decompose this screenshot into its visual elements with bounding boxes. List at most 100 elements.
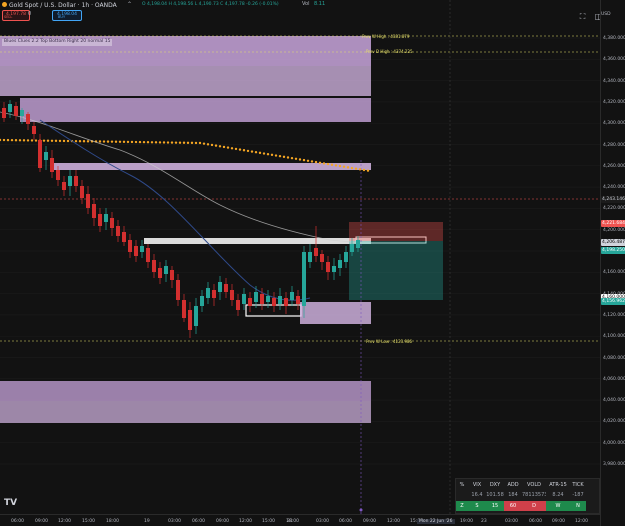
price-tag: 4,221.684 [601,220,625,227]
ma-dot [86,140,90,143]
candle-body [14,106,18,116]
ma-line-blue [39,119,311,301]
ma-dot [134,140,138,144]
ma-dot [334,164,338,167]
ma-dot [186,141,190,145]
price-tick-label: 4,220.000 [603,206,625,212]
ma-dot [46,139,50,142]
candle-body [56,170,60,180]
buy-button[interactable]: 4,198.04 [52,10,82,21]
ma-dot [138,140,142,144]
price-tick-label: 4,360.000 [603,57,625,63]
ma-dot [62,139,66,143]
ma-dot [78,140,82,143]
candle-body [158,268,162,278]
chevron-up-icon[interactable]: ⌃ [127,2,132,8]
candle-body [200,296,204,306]
ma-dot [194,141,198,145]
table-cell: -187 [570,490,586,500]
ma-dot [226,146,230,149]
demand-zone [300,302,371,324]
take-profit-area[interactable] [349,241,443,300]
gold-icon [2,2,7,7]
time-tick-label: 12:00 [239,519,252,524]
price-tick-label: 4,040.000 [603,398,625,404]
ma-dot [26,139,30,142]
candle-body [62,182,66,190]
table-cell: 101.58 [486,490,504,500]
fullscreen-icon[interactable]: ⛶ [578,12,587,21]
price-tag: 4,156.962 [601,298,625,305]
ma-dot [310,160,314,163]
candle-body [98,214,102,226]
indicator-label[interactable]: Blues Clues 2.2 Top Bottom Right 20 norm… [2,39,113,46]
ma-dot [182,141,186,144]
price-axis[interactable]: USD 4,380.000 4,360.000 4,340.000 4,320.000… [600,0,625,526]
ma-dot [6,138,10,142]
chart-window: Prev W High : 4381.879 Prev D High : 437… [0,0,625,526]
ma-dot [0,138,2,142]
candle-body [134,246,138,256]
table-cell: Z [456,501,468,511]
candle-body [194,306,198,326]
candle-body [86,194,90,208]
supply-zone-top-2 [0,66,371,96]
price-chart[interactable]: Prev W High : 4381.879 Prev D High : 437… [0,0,600,514]
price-tag: 4,198.250 [601,247,625,254]
time-tick-label: 03:00 [168,519,181,524]
spread-value: 0 [28,11,32,17]
price-tick-label: 3,980.000 [603,462,625,467]
ma-dot [110,140,114,143]
ma-dot [290,156,294,160]
price-tick-label: 4,060.000 [603,376,625,382]
ma-dot [294,157,298,161]
candle-body [338,260,342,268]
ma-dot [218,145,222,148]
candle-body [326,262,330,272]
time-tick-label: 06:00 [192,519,205,524]
price-tick-label: 4,300.000 [603,121,625,127]
ma-dot [362,168,366,172]
time-tick-label: 19:00 [460,519,473,524]
candle-body [356,240,360,248]
price-tick-label: 4,320.000 [603,99,625,105]
ma-line-white [0,111,363,244]
ma-dot [114,140,118,143]
candle-body [2,108,6,118]
stop-loss-area[interactable] [349,222,443,241]
ma-dot [102,140,106,143]
candle-body [308,252,312,262]
tradingview-logo[interactable]: TV [4,498,17,508]
table-cell: VOLD [522,480,546,490]
time-tick-label: 19 [144,519,150,524]
ma-dot [330,163,334,166]
currency-label: USD [601,12,611,17]
candle-body [116,226,120,236]
table-cell: 15 [486,501,504,511]
candle-body [218,282,222,292]
demand-zone-low-2 [0,401,371,423]
ma-dot [170,141,174,144]
ma-dot [206,143,210,146]
table-cell: D [522,501,546,511]
ma-dot [230,147,234,150]
time-tick-label: 09:00 [35,519,48,524]
ma-dot [278,154,282,158]
ma-dot [234,147,238,151]
time-tick-label: 23 [481,519,487,524]
ma-dot [214,144,218,147]
candle-body [176,280,180,300]
ma-dot [222,145,226,149]
ma-dot [346,166,350,169]
table-cell: 60 [504,501,522,511]
candle-body [296,296,300,304]
table-cell: ADD [504,480,522,490]
time-axis[interactable]: 06:00 09:00 12:00 15:00 18:00 19 03:00 06:00 09:… [0,514,600,526]
ma-dot [258,151,262,155]
candle-body [350,244,354,252]
candle-body [26,114,30,124]
candle-body [224,284,228,292]
symbol-title[interactable]: Gold Spot / U.S. Dollar · 1h · OANDA [9,2,117,9]
session-marker [359,508,363,512]
market-internals-table: % VIX DXY ADD VOLD ATR-15 TICK 16.4 101.58 184 781… [455,478,600,514]
